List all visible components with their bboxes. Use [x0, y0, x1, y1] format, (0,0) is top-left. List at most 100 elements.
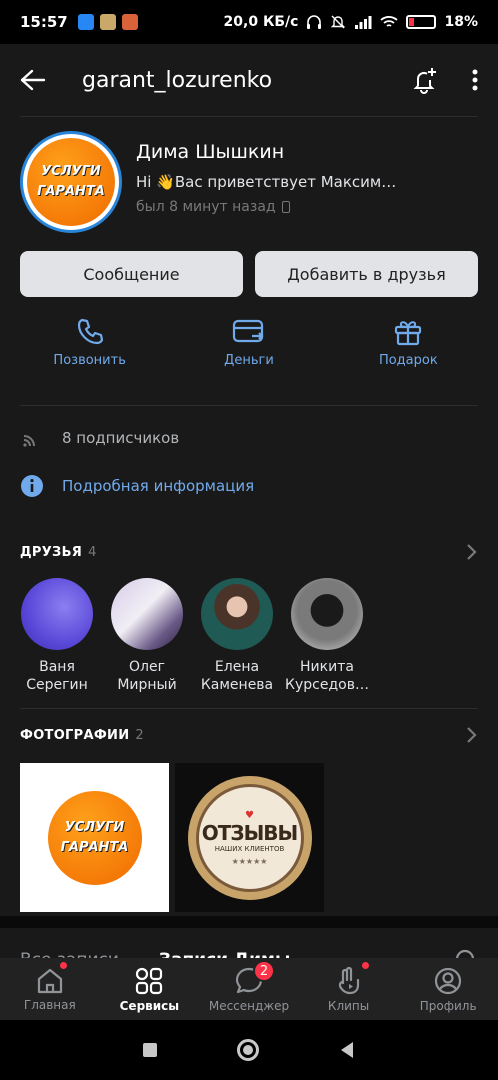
- nav-profile[interactable]: Профиль: [398, 958, 498, 1020]
- gift-icon: [395, 321, 422, 346]
- subscribers-row[interactable]: 8 подписчиков: [0, 414, 498, 462]
- nav-services[interactable]: Сервисы: [100, 958, 200, 1020]
- info-icon: [21, 475, 43, 497]
- profile-username: garant_lozurenko: [82, 67, 273, 93]
- photo-text-line1: ОТЗЫВЫ: [201, 820, 299, 845]
- friend-avatar: [291, 578, 363, 650]
- battery-percent: 18%: [444, 14, 478, 30]
- add-friend-button[interactable]: Добавить в друзья: [255, 251, 478, 297]
- friend-first-name: Никита: [300, 659, 354, 675]
- profile-actions: Сообщение Добавить в друзья: [0, 251, 498, 297]
- friend-last-name: Курседов…: [285, 677, 369, 693]
- notification-dot: [361, 962, 369, 969]
- avatar-text-line1: УСЛУГИ: [41, 164, 101, 179]
- nav-home-label: Главная: [23, 997, 76, 1012]
- friend-avatar: [201, 578, 273, 650]
- friend-item[interactable]: Никита Курседов…: [282, 578, 372, 694]
- messenger-badge: 2: [252, 960, 275, 982]
- subscribers-count: 8 подписчиков: [62, 429, 180, 447]
- phone-icon: [77, 318, 103, 345]
- clips-icon: [338, 966, 359, 994]
- gift-label: Подарок: [378, 353, 438, 368]
- friends-count: 4: [88, 544, 97, 560]
- profile-status[interactable]: Hi 👋Вас приветствует Максим…: [136, 173, 396, 191]
- friend-avatar: [111, 578, 183, 650]
- stars-icon: ★★★★★: [231, 856, 268, 866]
- nav-clips[interactable]: Клипы: [299, 958, 399, 1020]
- call-label: Позвонить: [53, 353, 126, 368]
- back-arrow-icon[interactable]: [20, 69, 46, 91]
- notification-icons: [77, 14, 138, 30]
- headphones-icon: [307, 15, 322, 29]
- money-action[interactable]: Деньги: [179, 317, 319, 387]
- photo-thumbnail[interactable]: ♥ ОТЗЫВЫ НАШИХ КЛИЕНТОВ ★★★★★: [175, 763, 324, 912]
- recent-apps-icon[interactable]: [143, 1043, 157, 1057]
- photos-title: ФОТОГРАФИИ: [20, 727, 130, 743]
- profile-icon: [435, 967, 462, 994]
- vk-notification-icon: [77, 14, 94, 30]
- nav-services-label: Сервисы: [119, 998, 180, 1013]
- call-action[interactable]: Позвонить: [20, 317, 160, 387]
- friends-header[interactable]: ДРУЗЬЯ 4: [0, 532, 498, 572]
- notification-bell-add-icon[interactable]: [410, 66, 438, 94]
- money-label: Деньги: [224, 353, 274, 368]
- photo-text-line2: НАШИХ КЛИЕНТОВ: [214, 844, 285, 853]
- profile-name: Дима Шышкин: [136, 141, 285, 163]
- friend-avatar: [21, 578, 93, 650]
- nav-clips-label: Клипы: [327, 998, 370, 1013]
- profile-block: УСЛУГИ ГАРАНТА Дима Шышкин Hi 👋Вас приве…: [0, 117, 498, 235]
- rss-icon: [23, 435, 35, 447]
- last-seen-text: был 8 минут назад: [136, 199, 276, 215]
- avatar[interactable]: УСЛУГИ ГАРАНТА: [20, 131, 122, 233]
- mobile-device-icon: [281, 201, 290, 213]
- home-circle-icon[interactable]: [237, 1039, 259, 1061]
- friend-item[interactable]: Ваня Серегин: [12, 578, 102, 694]
- friend-first-name: Елена: [214, 659, 260, 675]
- signal-icon: [355, 16, 372, 29]
- reviews-badge: ♥ ОТЗЫВЫ НАШИХ КЛИЕНТОВ ★★★★★: [187, 775, 312, 900]
- battery-icon: [406, 15, 437, 29]
- chevron-right-icon: [467, 727, 477, 743]
- profile-screen: garant_lozurenko УСЛУГИ ГАРАНТА Дима Шыш…: [0, 44, 498, 1020]
- photo-text-line2: ГАРАНТА: [60, 839, 129, 855]
- chevron-right-icon: [467, 544, 477, 560]
- friends-title: ДРУЗЬЯ: [20, 544, 83, 560]
- friend-last-name: Серегин: [26, 677, 88, 693]
- friends-list: Ваня Серегин Олег Мирный Елена Каменева …: [0, 578, 498, 694]
- network-speed: 20,0 КБ/с: [223, 14, 299, 30]
- photos-grid: УСЛУГИ ГАРАНТА ♥ ОТЗЫВЫ НАШИХ КЛИЕНТОВ ★…: [0, 763, 498, 912]
- status-bar: 15:57 20,0 КБ/с 18%: [0, 0, 498, 44]
- friend-item[interactable]: Олег Мирный: [102, 578, 192, 694]
- last-seen: был 8 минут назад: [136, 199, 396, 215]
- more-vertical-icon[interactable]: [472, 69, 478, 91]
- home-icon: [37, 968, 62, 993]
- money-card-icon: [232, 319, 264, 343]
- photo-logo: УСЛУГИ ГАРАНТА: [47, 790, 142, 885]
- avatar-text-line2: ГАРАНТА: [37, 184, 105, 199]
- avatar-image: УСЛУГИ ГАРАНТА: [27, 138, 115, 226]
- message-button[interactable]: Сообщение: [20, 251, 243, 297]
- friend-last-name: Каменева: [200, 677, 274, 693]
- game-notification-icon: [121, 14, 138, 30]
- notification-dot: [59, 962, 67, 969]
- gift-action[interactable]: Подарок: [338, 317, 478, 387]
- services-icon: [136, 967, 163, 994]
- friend-item[interactable]: Елена Каменева: [192, 578, 282, 694]
- nav-profile-label: Профиль: [419, 998, 477, 1013]
- quick-actions: Позвонить Деньги Подарок: [0, 317, 498, 387]
- nav-messenger-label: Мессенджер: [208, 998, 290, 1013]
- details-row[interactable]: Подробная информация: [0, 462, 498, 510]
- photos-count: 2: [135, 727, 144, 743]
- back-triangle-icon[interactable]: [339, 1041, 355, 1059]
- nav-home[interactable]: Главная: [0, 958, 100, 1020]
- friend-first-name: Олег: [129, 659, 165, 675]
- wifi-icon: [380, 16, 399, 27]
- photo-text-line1: УСЛУГИ: [64, 819, 125, 835]
- details-link[interactable]: Подробная информация: [62, 477, 254, 495]
- nav-messenger[interactable]: 2 Мессенджер: [199, 958, 299, 1020]
- header: garant_lozurenko: [0, 44, 498, 116]
- heart-icon: ♥: [245, 809, 254, 821]
- photo-thumbnail[interactable]: УСЛУГИ ГАРАНТА: [20, 763, 169, 912]
- photos-header[interactable]: ФОТОГРАФИИ 2: [0, 715, 498, 755]
- status-time: 15:57: [20, 13, 68, 31]
